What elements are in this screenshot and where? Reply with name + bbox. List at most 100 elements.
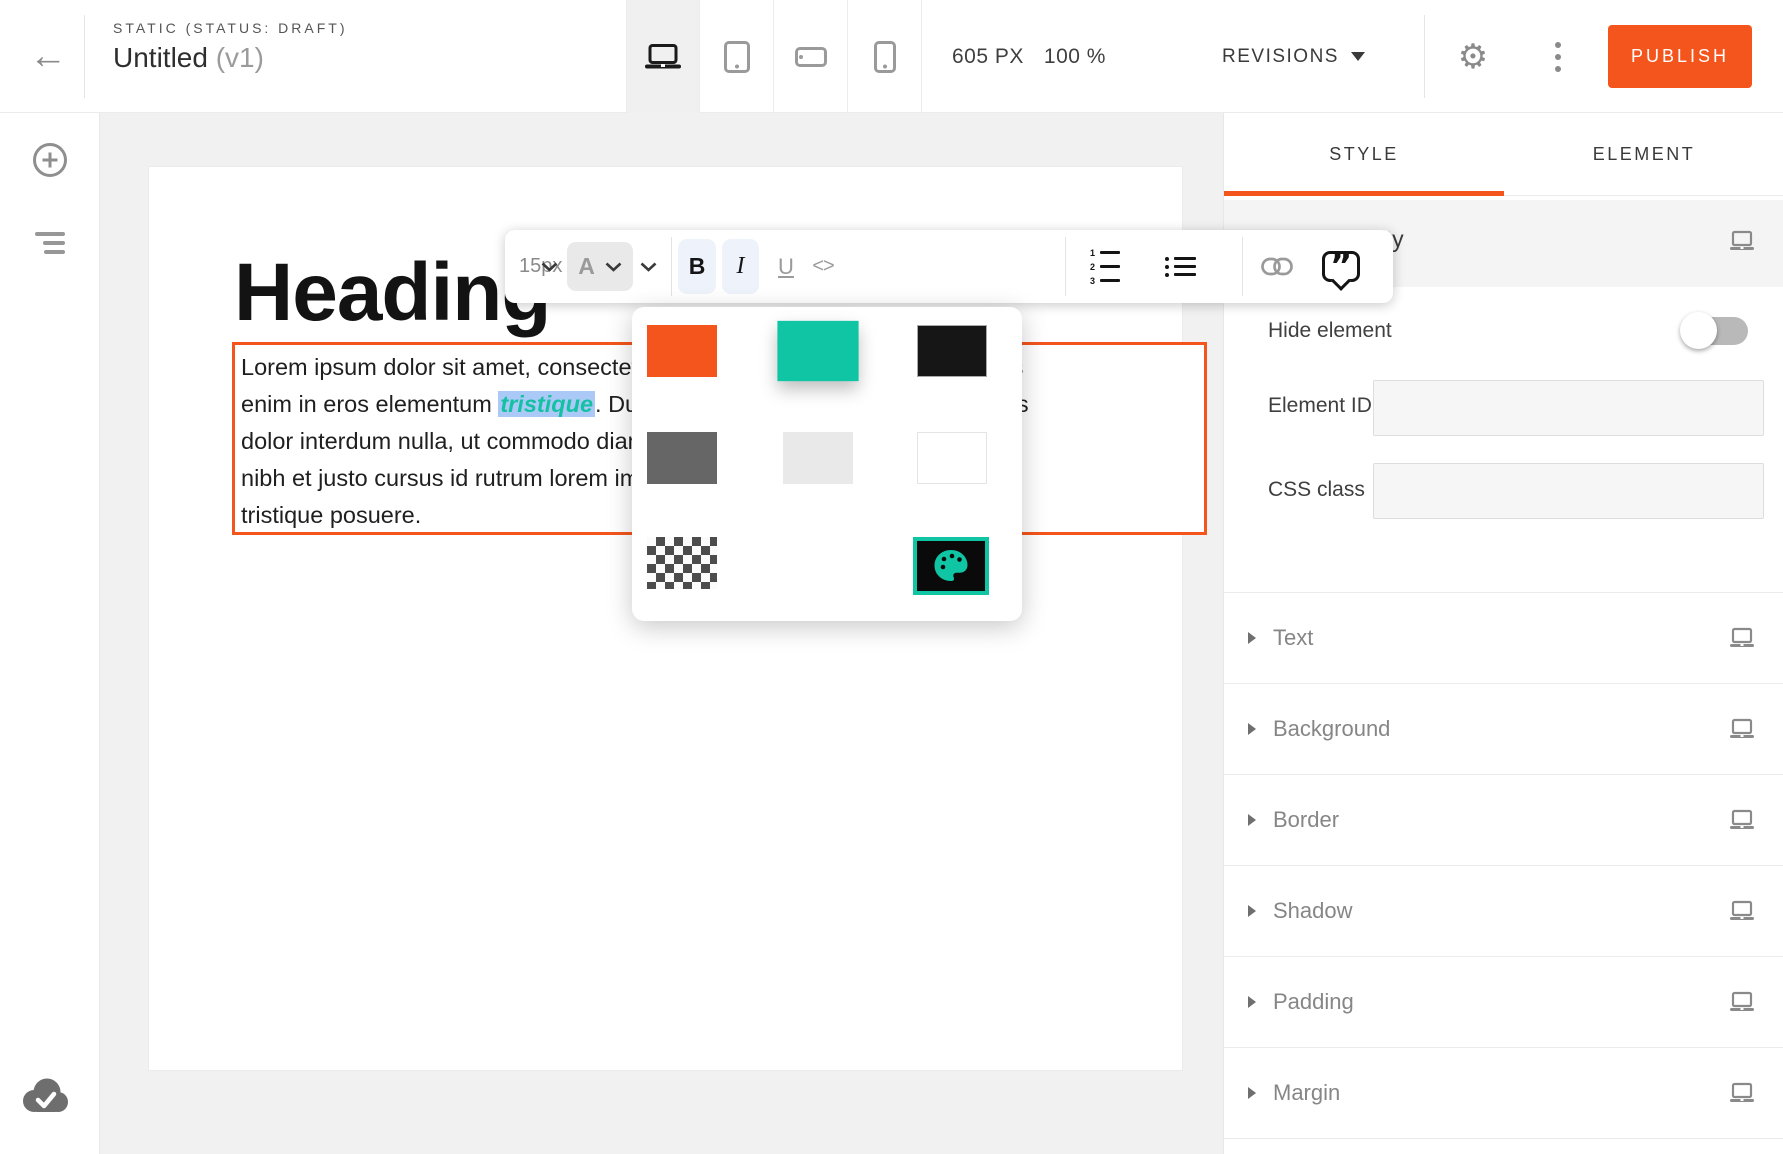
mobile-portrait-icon	[874, 41, 896, 73]
add-element-button[interactable]	[0, 125, 100, 195]
top-bar: ← STATIC (STATUS: DRAFT) Untitled (v1)	[0, 0, 1783, 113]
ordered-list-button[interactable]: 1 2 3	[1087, 230, 1120, 303]
section-background[interactable]: Background	[1224, 683, 1783, 774]
left-toolbar-rail	[0, 113, 100, 1154]
heading-element[interactable]: Heading	[234, 252, 550, 334]
ordered-list-icon: 1 2 3	[1087, 248, 1120, 286]
panel-tabs: STYLE ELEMENT	[1224, 113, 1783, 196]
document-title-block: STATIC (STATUS: DRAFT) Untitled (v1)	[113, 20, 348, 74]
revisions-dropdown[interactable]: REVISIONS	[1222, 0, 1365, 113]
chevron-down-icon	[605, 262, 622, 272]
document-version: (v1)	[216, 42, 264, 73]
unordered-list-icon	[1165, 257, 1196, 277]
hide-element-label: Hide element	[1268, 319, 1392, 343]
settings-button[interactable]: ⚙	[1448, 0, 1498, 113]
text-format-toolbar: 15px A B I U <> 1 2 3	[505, 230, 1393, 303]
outline-lines-icon	[35, 232, 65, 254]
cloud-check-icon	[20, 1076, 70, 1114]
css-class-input[interactable]	[1373, 463, 1764, 519]
section-border[interactable]: Border	[1224, 774, 1783, 865]
responsive-screen-icon	[1728, 900, 1756, 927]
swatch-transparent[interactable]	[647, 537, 717, 589]
unordered-list-button[interactable]	[1165, 230, 1196, 303]
underline-button[interactable]: U	[771, 230, 801, 303]
divider	[1242, 237, 1243, 296]
publish-button[interactable]: PUBLISH	[1608, 25, 1752, 88]
highlight-color-dropdown[interactable]	[640, 230, 657, 303]
section-padding[interactable]: Padding	[1224, 956, 1783, 1047]
device-mobile-landscape-button[interactable]	[774, 0, 848, 113]
viewport-metrics: 605 PX 100 %	[952, 0, 1106, 113]
chevron-down-icon	[640, 262, 657, 272]
link-button[interactable]	[1261, 230, 1293, 303]
chevron-right-icon	[1248, 1087, 1256, 1099]
device-preview-group	[626, 0, 922, 113]
quote-icon: ”	[1322, 251, 1360, 282]
swatch-black[interactable]	[917, 325, 987, 377]
device-tablet-button[interactable]	[700, 0, 774, 113]
toggle-knob	[1680, 312, 1717, 349]
chevron-right-icon	[1248, 632, 1256, 644]
element-id-input[interactable]	[1373, 380, 1764, 436]
plus-circle-icon	[32, 142, 68, 178]
swatch-orange[interactable]	[647, 325, 717, 377]
swatch-teal-selected[interactable]	[777, 321, 858, 381]
viewport-width: 605 PX	[952, 45, 1024, 69]
responsive-screen-icon	[1728, 718, 1756, 745]
palette-icon	[931, 547, 971, 585]
page-builder-app: ← STATIC (STATUS: DRAFT) Untitled (v1)	[0, 0, 1783, 1154]
device-desktop-button[interactable]	[626, 0, 700, 113]
section-shadow[interactable]: Shadow	[1224, 865, 1783, 956]
responsive-screen-icon	[1728, 230, 1756, 257]
gear-icon: ⚙	[1458, 37, 1488, 77]
link-chain-icon	[1261, 257, 1293, 276]
chevron-down-icon	[1351, 52, 1365, 61]
outline-button[interactable]	[0, 208, 100, 278]
divider	[84, 15, 85, 98]
chevron-right-icon	[1248, 723, 1256, 735]
divider	[1224, 1138, 1783, 1139]
code-button[interactable]: <>	[805, 230, 841, 303]
bold-button[interactable]: B	[678, 239, 716, 294]
swatch-dark-gray[interactable]	[647, 432, 717, 484]
kebab-icon	[1555, 42, 1561, 48]
highlighted-word[interactable]: tristique	[498, 391, 595, 417]
text-color-picker-popup	[632, 307, 1022, 621]
blockquote-button[interactable]: ”	[1322, 230, 1360, 303]
section-margin[interactable]: Margin	[1224, 1047, 1783, 1138]
divider	[1424, 15, 1425, 98]
chevron-down-icon	[541, 262, 558, 272]
laptop-icon	[643, 43, 683, 70]
more-options-button[interactable]	[1540, 0, 1576, 113]
divider	[1065, 237, 1066, 296]
responsive-screen-icon	[1728, 809, 1756, 836]
device-mobile-portrait-button[interactable]	[848, 0, 922, 113]
section-text[interactable]: Text	[1224, 592, 1783, 683]
document-status: STATIC (STATUS: DRAFT)	[113, 20, 348, 36]
chevron-right-icon	[1248, 814, 1256, 826]
responsive-screen-icon	[1728, 1082, 1756, 1109]
zoom-level: 100 %	[1044, 45, 1106, 69]
italic-button[interactable]: I	[722, 239, 759, 294]
tab-style[interactable]: STYLE	[1224, 113, 1504, 195]
responsive-screen-icon	[1728, 627, 1756, 654]
divider	[671, 237, 672, 296]
text-color-dropdown[interactable]: A	[567, 242, 633, 291]
responsive-screen-icon	[1728, 991, 1756, 1018]
element-id-label: Element ID	[1268, 394, 1372, 418]
mobile-landscape-icon	[795, 47, 827, 67]
font-size-dropdown[interactable]	[541, 230, 558, 303]
swatch-custom-color[interactable]	[913, 537, 989, 595]
css-class-label: CSS class	[1268, 478, 1365, 502]
document-title: Untitled (v1)	[113, 42, 348, 74]
chevron-right-icon	[1248, 996, 1256, 1008]
swatch-white[interactable]	[917, 432, 987, 484]
back-button[interactable]: ←	[20, 0, 76, 113]
tablet-icon	[723, 41, 751, 73]
swatch-light-gray[interactable]	[783, 432, 853, 484]
back-arrow-icon: ←	[29, 35, 67, 78]
hide-element-toggle[interactable]	[1684, 317, 1748, 345]
save-status-indicator[interactable]	[20, 1076, 70, 1119]
tab-element[interactable]: ELEMENT	[1504, 113, 1783, 195]
style-sections: Text Background Border	[1224, 592, 1783, 1139]
